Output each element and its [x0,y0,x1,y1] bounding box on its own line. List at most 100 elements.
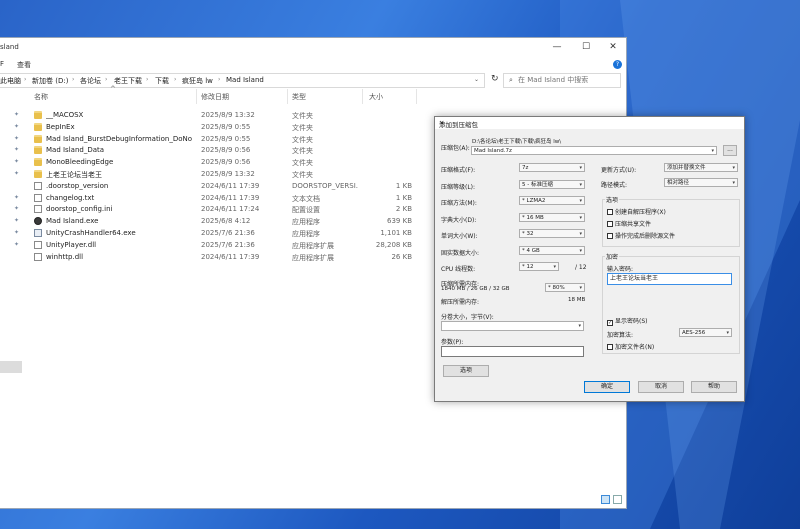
delete-after-checkbox[interactable]: 操作完成后删除源文件 [607,231,675,240]
file-type: 应用程序 [292,218,320,227]
column-size[interactable]: 大小 [369,92,383,102]
breadcrumb-crazy-island[interactable]: 疯狂岛 lw [182,76,213,86]
chevron-down-icon: ▾ [732,180,735,186]
refresh-icon[interactable]: ↻ [491,74,499,84]
file-row[interactable]: ✦ UnityCrashHandler64.exe 2025/7/6 21:36 应用… [0,228,430,239]
mem-usage-value: * 80% [548,285,565,291]
window-title: sland [0,43,19,51]
show-password-checkbox[interactable]: ✓ 显示密码(S) [607,316,648,326]
archive-format-value: 7z [522,165,529,171]
file-row[interactable]: ✦ 上老王论坛当老王 2025/8/9 13:32 文件夹 [0,169,430,180]
chevron-down-icon: ▾ [579,285,582,291]
file-row[interactable]: ✦ __MACOSX 2025/8/9 13:32 文件夹 [0,110,430,121]
compression-method-combo[interactable]: * LZMA2 ▾ [519,196,585,205]
file-row[interactable]: ✦ doorstop_config.ini 2024/6/11 17:24 配置设置 2… [0,204,430,215]
encryption-method-combo[interactable]: AES-256 ▾ [679,328,732,337]
file-row[interactable]: ✦ BepInEx 2025/8/9 0:55 文件夹 [0,122,430,133]
search-input[interactable] [518,75,614,85]
shared-files-checkbox[interactable]: 压缩共享文件 [607,219,651,228]
cpu-threads-combo[interactable]: * 12 ▾ [519,262,559,271]
address-dropdown-icon[interactable]: ⌄ [474,76,479,83]
nav-pane-selected[interactable] [0,361,22,373]
app-icon [34,229,42,237]
ok-button[interactable]: 确定 [584,381,630,393]
file-name: UnityCrashHandler64.exe [46,229,136,237]
update-mode-value: 添加并替换文件 [667,165,706,171]
file-date: 2025/8/9 0:55 [201,122,251,131]
column-divider[interactable] [362,89,363,104]
file-row[interactable]: winhttp.dll 2024/6/11 17:39 应用程序扩展 26 KB [0,252,430,263]
breadcrumb-forums[interactable]: 各论坛 [80,76,101,86]
tab-file[interactable]: F [0,60,4,68]
column-divider[interactable] [196,89,197,104]
column-type[interactable]: 类型 [292,92,306,102]
file-date: 2024/6/11 17:39 [201,181,260,190]
tab-view[interactable]: 查看 [17,60,31,70]
breadcrumb-sep-icon: › [218,76,221,83]
options-group-title: 选项 [605,195,620,204]
params-input[interactable] [441,346,584,357]
breadcrumb-laowang[interactable]: 老王下载 [114,76,142,86]
file-size: 1 KB [395,193,412,202]
archive-name-combo[interactable]: Mad Island.7z ▾ [471,146,717,155]
file-row[interactable]: ✦ UnityPlayer.dll 2025/7/6 21:36 应用程序扩展 28,2… [0,240,430,251]
exe-icon [34,217,42,226]
file-row[interactable]: .doorstop_version 2024/6/11 17:39 DOORSTOP… [0,181,430,192]
file-row[interactable]: ✦ Mad Island_Data 2025/8/9 0:56 文件夹 [0,145,430,156]
help-button[interactable]: 帮助 [691,381,737,393]
file-row[interactable]: ✦ changelog.txt 2024/6/11 17:39 文本文档 1 KB [0,193,430,204]
column-name[interactable]: 名称 [34,92,48,102]
mem-compress-detail: 1840 MB / 26 GB / 32 GB [441,286,510,292]
dialog-close-button[interactable]: ✕ [439,119,742,127]
chevron-down-icon: ▾ [579,181,582,188]
folder-icon [34,146,42,155]
folder-icon [34,122,42,131]
breadcrumb-current[interactable]: Mad Island [226,76,264,84]
checkbox-checked-icon: ✓ [607,320,613,326]
pin-icon: ✦ [14,158,20,166]
file-date: 2025/8/9 13:32 [201,170,255,178]
maximize-button[interactable]: ☐ [573,38,599,56]
encryption-method-label: 加密算法: [607,332,634,339]
options-button[interactable]: 选项 [443,365,489,377]
details-view-icon[interactable] [601,495,610,504]
pin-icon: ✦ [14,205,20,213]
column-date[interactable]: 修改日期 [201,92,229,102]
sfx-checkbox[interactable]: 创建自解压程序(X) [607,207,666,216]
dictionary-size-combo[interactable]: * 16 MB ▾ [519,212,585,222]
word-size-combo[interactable]: * 32 ▾ [519,229,585,238]
column-divider[interactable] [416,89,417,104]
breadcrumb-drive[interactable]: 新加卷 (D:) [32,76,68,86]
file-row[interactable]: ✦ Mad Island_BurstDebugInformation_DoNo..… [0,134,430,145]
pin-icon: ✦ [14,170,20,177]
split-volume-combo[interactable]: ▾ [441,321,584,331]
help-icon[interactable]: ? [613,60,622,69]
update-mode-combo[interactable]: 添加并替换文件 ▾ [664,163,738,172]
mem-usage-combo[interactable]: * 80% ▾ [545,283,585,292]
file-type: 配置设置 [292,206,320,215]
search-box[interactable]: ⌕ [503,73,621,88]
close-button[interactable]: ✕ [600,38,626,56]
compression-level-combo[interactable]: 5 - 标准压缩 ▾ [519,179,585,189]
path-mode-combo[interactable]: 相对路径 ▾ [664,178,738,187]
address-bar[interactable]: 此电脑 › 新加卷 (D:) › 各论坛 › 老王下载 › 下载 › 疯狂岛 l… [0,73,485,88]
password-label: 输入密码: [607,266,634,273]
file-row[interactable]: ✦ MonoBleedingEdge 2025/8/9 0:56 文件夹 [0,157,430,168]
column-divider[interactable] [287,89,288,104]
breadcrumb-sep-icon: › [105,76,108,83]
pin-icon: ✦ [14,134,20,142]
add-to-archive-dialog: 添加到压缩包 ✕ 压缩包(A): D:\各论坛\老王下载\下载\疯狂岛 lw\ … [434,116,745,402]
browse-button[interactable]: ... [723,145,737,156]
large-icons-view-icon[interactable] [613,495,622,504]
solid-block-size-label: 固实数据大小: [441,249,480,257]
breadcrumb-this-pc[interactable]: 此电脑 [0,76,21,86]
breadcrumb-download[interactable]: 下载 [155,76,169,86]
minimize-button[interactable]: — [544,38,570,56]
encrypt-filenames-checkbox[interactable]: 加密文件名(N) [607,342,654,351]
cancel-button[interactable]: 取消 [638,381,684,393]
solid-block-size-combo[interactable]: * 4 GB ▾ [519,245,585,255]
password-input[interactable]: 上老王论坛当老王 [607,273,732,285]
file-row[interactable]: ✦ Mad Island.exe 2025/6/8 4:12 应用程序 639 KB [0,216,430,227]
chevron-down-icon: ▾ [732,165,735,171]
archive-format-combo[interactable]: 7z ▾ [519,163,585,172]
